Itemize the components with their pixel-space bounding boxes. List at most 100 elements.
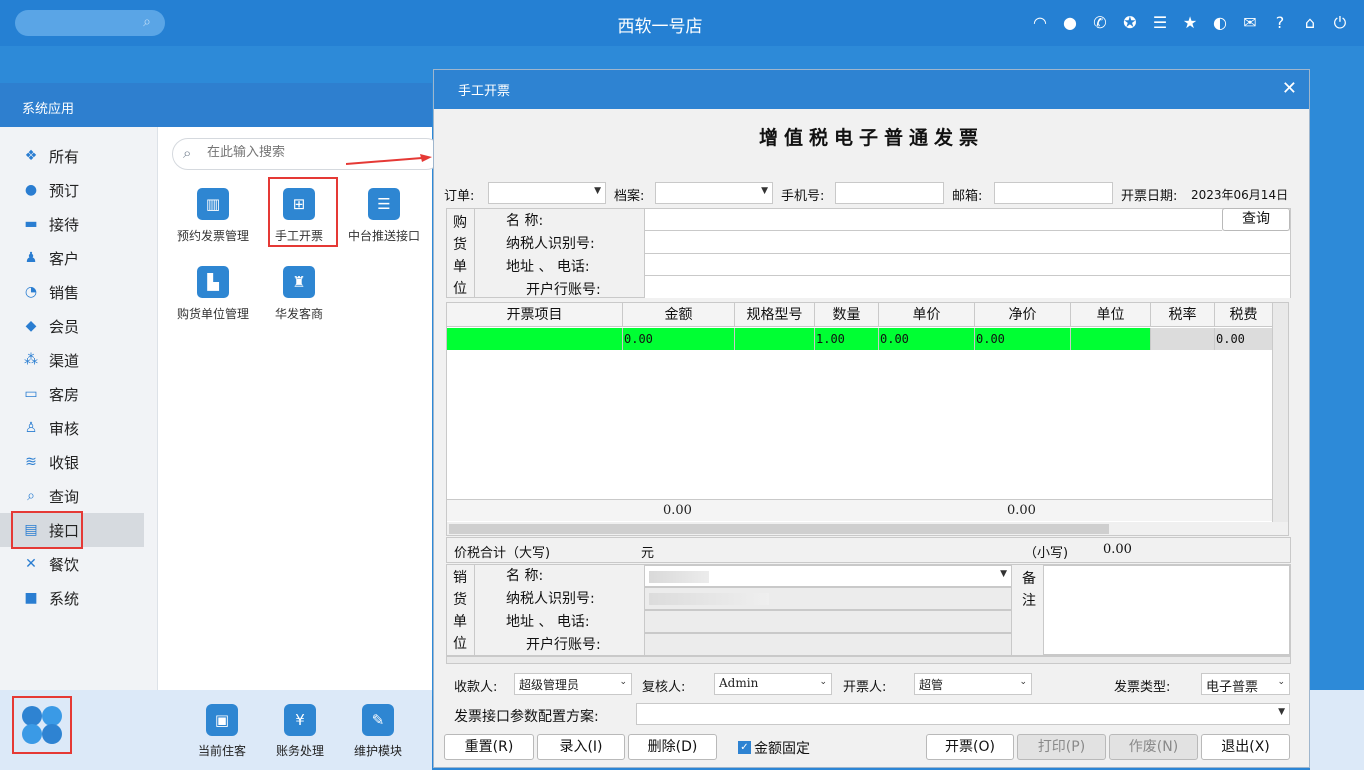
archive-select[interactable]: ▼ [655,182,773,204]
help-icon[interactable]: ? [1270,12,1290,34]
sidebar-item-audit[interactable]: ♙ 审核 [0,411,157,445]
app-tile-buyer-management[interactable]: ▙ 购货单位管理 [173,266,253,330]
app-tile-middle-push[interactable]: ☰ 中台推送接口 [344,188,424,252]
buyer-bank-field[interactable] [644,276,1290,298]
seller-bank-field [644,633,1012,656]
query-button[interactable]: 查询 [1222,208,1290,231]
archive-label: 档案: [614,189,645,204]
issue-invoice-button[interactable]: 开票(O) [926,734,1014,760]
print-button[interactable]: 打印(P) [1017,734,1106,760]
config-select[interactable]: ▼ [636,703,1290,725]
sidebar-item-system[interactable]: ■ 系统 [0,581,157,615]
contrast-icon[interactable]: ◐ [1210,12,1230,34]
reviewer-select[interactable]: Admin ⌄ [714,673,832,695]
table-cell[interactable]: 0.00 [975,328,1071,350]
table-cell[interactable] [447,328,623,350]
remark-field[interactable] [1043,565,1290,655]
table-cell[interactable] [735,328,815,350]
table-header: 开票项目 金额 规格型号 数量 单价 净价 单位 税率 税费 [447,303,1273,327]
start-menu-button[interactable] [12,696,72,754]
dock-item-current-guests[interactable]: ▣ 当前住客 [187,704,257,759]
horizontal-scrollbar[interactable] [447,522,1288,535]
buyer-tax-id-field[interactable] [644,231,1290,254]
app-tile-huafa-merchant[interactable]: ♜ 华发客商 [259,266,339,330]
stamp-icon: ♙ [24,420,38,436]
sidebar-item-dining[interactable]: ✕ 餐饮 [0,547,157,581]
sidebar-item-all[interactable]: ❖ 所有 [0,139,157,173]
vertical-scrollbar[interactable] [1272,303,1288,522]
table-cell[interactable] [1151,328,1215,350]
phone-label: 手机号: [781,189,825,204]
sidebar-item-sales[interactable]: ◔ 销售 [0,275,157,309]
drawer-select[interactable]: 超管 ⌄ [914,673,1032,695]
phone-icon[interactable]: ✆ [1090,12,1110,34]
seller-tax-id-field [644,587,1012,610]
invoice-type-select[interactable]: 电子普票 ⌄ [1201,673,1290,695]
global-search-input[interactable]: ⌕ [15,10,165,36]
amount-fixed-label: 金额固定 [754,741,810,757]
invoice-tray-icon: ▥ [197,188,229,220]
table-row[interactable]: 0.00 1.00 0.00 0.00 0.00 [447,328,1273,350]
sidebar-item-booking[interactable]: ● 预订 [0,173,157,207]
entry-button[interactable]: 录入(I) [537,734,625,760]
divider [474,208,475,298]
top-bar: ⌕ 西软一号店 ◠ ● ✆ ✪ ☰ ★ ◐ ✉ ? ⌂ ⏻ [0,0,1364,46]
app-grid-panel: ⌕ ▥ 预约发票管理 ⊞ 手工开票 ☰ 中台推送接口 ▙ 购货单位管理 ♜ 华发… [158,127,442,690]
table-cell[interactable]: 1.00 [815,328,879,350]
remark-label: 备 注 [1022,571,1036,609]
divider [474,564,475,656]
delete-button[interactable]: 删除(D) [628,734,717,760]
seller-side-label: 销 货 单 位 [453,570,467,652]
dialog-titlebar: 手工开票 ✕ [434,70,1309,109]
table-cell[interactable]: 0.00 [1215,328,1273,350]
seller-tax-id-label: 纳税人识别号: [506,591,595,607]
home-icon[interactable]: ⌂ [1300,12,1320,34]
dock-item-maintenance[interactable]: ✎ 维护模块 [343,704,413,759]
app-tile-reservation-invoice[interactable]: ▥ 预约发票管理 [173,188,253,252]
chat-icon[interactable]: ● [1060,12,1080,34]
bed-icon: ▭ [24,386,38,402]
amount-fixed-checkbox[interactable]: ✓ [738,741,751,754]
email-label: 邮箱: [952,189,983,204]
chevron-down-icon: ▼ [1278,707,1285,717]
order-select[interactable]: ▼ [488,182,606,204]
buyer-name-field[interactable] [644,209,1222,231]
highlight-annotation [268,177,338,247]
mail-icon[interactable]: ✉ [1240,12,1260,34]
dock-item-accounting[interactable]: ¥ 账务处理 [265,704,335,759]
menu-icon[interactable]: ☰ [1150,12,1170,34]
phone-field[interactable] [835,182,944,204]
table-cell[interactable]: 0.00 [879,328,975,350]
sidebar-item-customer[interactable]: ♟ 客户 [0,241,157,275]
search-icon: ⌕ [27,488,35,504]
sidebar-item-channel[interactable]: ⁂ 渠道 [0,343,157,377]
exit-button[interactable]: 退出(X) [1201,734,1290,760]
diamond-icon: ◆ [25,318,37,334]
reset-button[interactable]: 重置(R) [444,734,534,760]
star-icon[interactable]: ★ [1180,12,1200,34]
grid-icon: ❖ [24,148,38,164]
sidebar-item-room[interactable]: ▭ 客房 [0,377,157,411]
sidebar-item-cashier[interactable]: ≋ 收银 [0,445,157,479]
payee-select[interactable]: 超级管理员 ⌄ [514,673,632,695]
reviewer-label: 复核人: [642,680,686,695]
scrollbar-thumb[interactable] [449,524,1109,534]
buyer-address-field[interactable] [644,254,1290,276]
palette-icon[interactable]: ✪ [1120,12,1140,34]
col-header: 单位 [1071,303,1151,326]
wifi-icon[interactable]: ◠ [1030,12,1050,34]
sidebar-item-member[interactable]: ◆ 会员 [0,309,157,343]
close-icon[interactable]: ✕ [1282,78,1297,99]
sidebar-item-reception[interactable]: ▬ 接待 [0,207,157,241]
total-net: 0.00 [1007,503,1036,518]
table-cell[interactable] [1071,328,1151,350]
seller-name-select[interactable]: ▼ [644,565,1012,587]
col-header: 税费 [1215,303,1273,326]
void-button[interactable]: 作废(N) [1109,734,1198,760]
table-cell[interactable]: 0.00 [623,328,735,350]
blurred-text [649,593,769,605]
sidebar-item-query[interactable]: ⌕ 查询 [0,479,157,513]
power-icon[interactable]: ⏻ [1330,12,1350,34]
booking-icon: ● [24,182,38,198]
email-field[interactable] [994,182,1113,204]
